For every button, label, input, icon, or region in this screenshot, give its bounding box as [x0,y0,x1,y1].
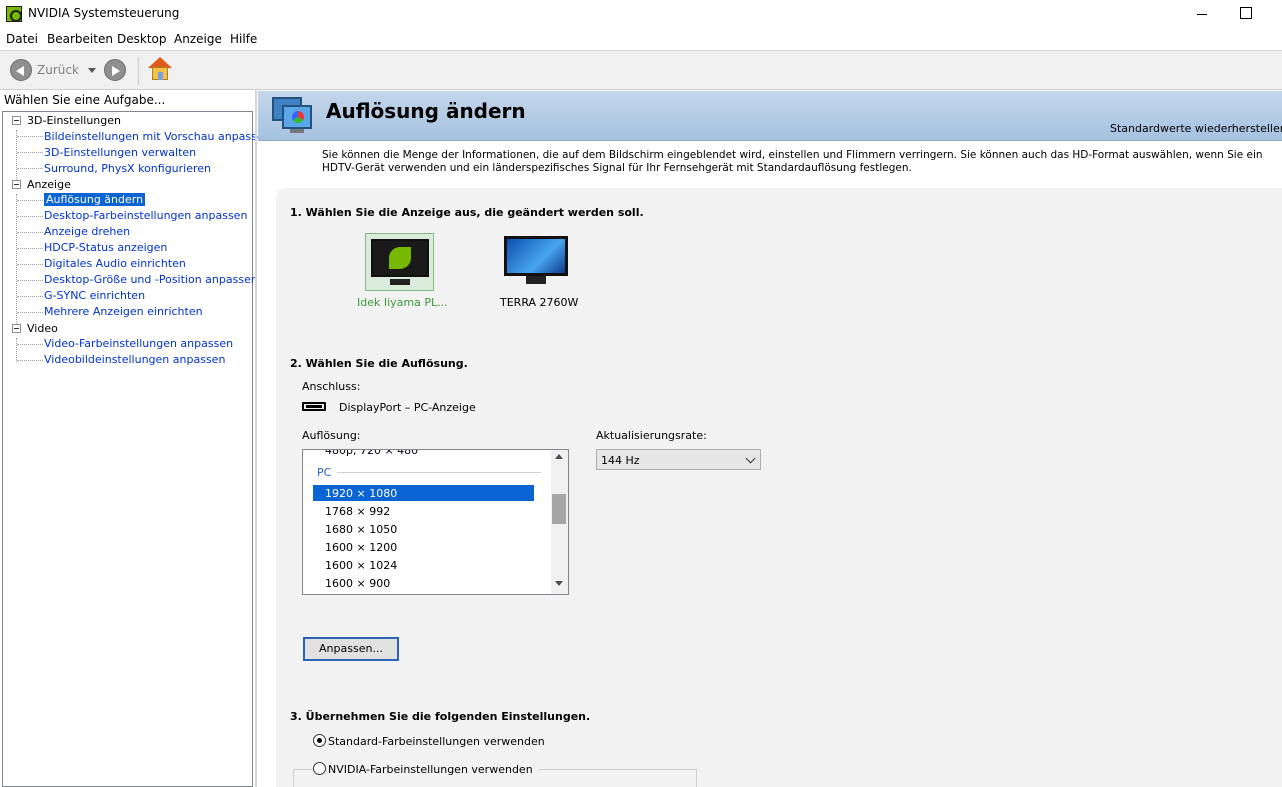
resolution-item-1768x992[interactable]: 1768 × 992 [325,505,390,518]
maximize-button[interactable] [1236,4,1256,24]
radio-nvidia-colors-label[interactable]: NVIDIA-Farbeinstellungen verwenden [327,763,539,776]
nvidia-monitor-icon [371,239,429,277]
radio-standard-colors-label[interactable]: Standard-Farbeinstellungen verwenden [328,735,545,748]
task-tree: 3D-Einstellungen Bildeinstellungen mit V… [2,111,271,787]
restore-defaults-link[interactable]: Standardwerte wiederherstellen [1110,122,1282,135]
tree-item-desktop-groesse[interactable]: Desktop-Größe und -Position anpassen [44,273,258,286]
title-bar: NVIDIA Systemsteuerung [0,0,1282,28]
tree-category-anzeige[interactable]: Anzeige [27,178,71,191]
resolution-scrollbar[interactable] [551,450,568,594]
section2-title: 2. Wählen Sie die Auflösung. [290,357,468,370]
tree-item-hdcp-status[interactable]: HDCP-Status anzeigen [44,241,167,254]
tree-item-video-farbe[interactable]: Video-Farbeinstellungen anpassen [44,337,233,350]
resolution-item-1600x1024[interactable]: 1600 × 1024 [325,559,397,572]
customize-button[interactable]: Anpassen... [303,637,399,661]
page-description: Sie können die Menge der Informationen, … [322,149,1263,174]
collapse-3d-icon[interactable] [12,116,21,125]
resolution-item-1680x1050[interactable]: 1680 × 1050 [325,523,397,536]
page-header: Auflösung ändern Standardwerte wiederher… [258,91,1282,141]
radio-standard-colors[interactable] [313,734,326,747]
menu-desktop[interactable]: Desktop [117,32,167,46]
monitor-icon [504,236,568,276]
refresh-rate-value: 144 Hz [601,454,640,467]
resolution-item-1600x1200[interactable]: 1600 × 1200 [325,541,397,554]
page-title: Auflösung ändern [326,99,526,123]
toolbar-separator [138,57,139,85]
menu-datei[interactable]: Datei [6,32,38,46]
task-panel-header: Wählen Sie eine Aufgabe... [4,93,166,107]
menu-bearbeiten[interactable]: Bearbeiten [47,32,113,46]
display-terra-tile[interactable] [504,236,568,288]
tree-category-video[interactable]: Video [27,322,58,335]
collapse-video-icon[interactable] [12,324,21,333]
window-title: NVIDIA Systemsteuerung [28,6,180,20]
tree-item-gsync[interactable]: G-SYNC einrichten [44,289,145,302]
display-terra-label[interactable]: TERRA 2760W [500,296,578,309]
back-button-label[interactable]: Zurück [37,63,79,77]
tree-item-digitales-audio[interactable]: Digitales Audio einrichten [44,257,186,270]
tree-item-desktop-farbe[interactable]: Desktop-Farbeinstellungen anpassen [44,209,247,222]
menu-hilfe[interactable]: Hilfe [230,32,257,46]
menu-bar: Datei Bearbeiten Desktop Anzeige Hilfe [0,29,1282,49]
display-resolution-icon [272,97,314,135]
refresh-rate-label: Aktualisierungsrate: [596,429,707,442]
display-iiyama-tile[interactable] [365,233,434,291]
minimize-button[interactable] [1192,4,1212,24]
scroll-down-arrow-icon[interactable] [555,581,563,586]
resolution-listbox[interactable]: 480p, 720 × 480 PC 1920 × 1080 1768 × 99… [302,449,569,595]
tree-item-bildeinstellungen[interactable]: Bildeinstellungen mit Vorschau anpassen [44,130,271,143]
tree-item-aufloesung-aendern[interactable]: Auflösung ändern [44,193,146,206]
resolution-item-1600x900[interactable]: 1600 × 900 [325,577,390,590]
forward-arrow-icon[interactable] [104,59,126,81]
tree-item-videobild[interactable]: Videobildeinstellungen anpassen [44,353,225,366]
radio-nvidia-colors[interactable] [313,762,326,775]
collapse-anzeige-icon[interactable] [12,180,21,189]
connection-value: DisplayPort – PC-Anzeige [339,401,476,414]
scroll-thumb[interactable] [552,494,566,524]
nvidia-app-icon [6,6,22,22]
menu-anzeige[interactable]: Anzeige [174,32,222,46]
panel-splitter[interactable] [255,90,257,787]
tree-category-3d[interactable]: 3D-Einstellungen [27,114,121,127]
tree-item-surround-physx[interactable]: Surround, PhysX konfigurieren [44,162,211,175]
history-dropdown-icon[interactable] [88,68,96,73]
display-iiyama-label[interactable]: Idek Iiyama PL... [357,296,448,309]
tree-item-mehrere-anzeigen[interactable]: Mehrere Anzeigen einrichten [44,305,203,318]
scroll-up-arrow-icon[interactable] [555,454,563,459]
resolution-group-pc: PC [317,466,332,479]
displayport-icon [302,402,326,411]
tree-item-anzeige-drehen[interactable]: Anzeige drehen [44,225,130,238]
refresh-rate-select[interactable]: 144 Hz [596,449,761,470]
resolution-item-1920x1080[interactable]: 1920 × 1080 [325,487,397,500]
section3-title: 3. Übernehmen Sie die folgenden Einstell… [290,710,591,723]
home-icon[interactable] [148,57,172,83]
back-arrow-icon[interactable] [10,59,32,81]
tree-item-3d-verwalten[interactable]: 3D-Einstellungen verwalten [44,146,196,159]
toolbar: Zurück [0,50,1282,90]
resolution-item-partial[interactable]: 480p, 720 × 480 [325,450,418,457]
resolution-label: Auflösung: [302,429,361,442]
section1-title: 1. Wählen Sie die Anzeige aus, die geänd… [290,206,644,219]
chevron-down-icon [745,453,756,464]
connection-label: Anschluss: [302,380,361,393]
